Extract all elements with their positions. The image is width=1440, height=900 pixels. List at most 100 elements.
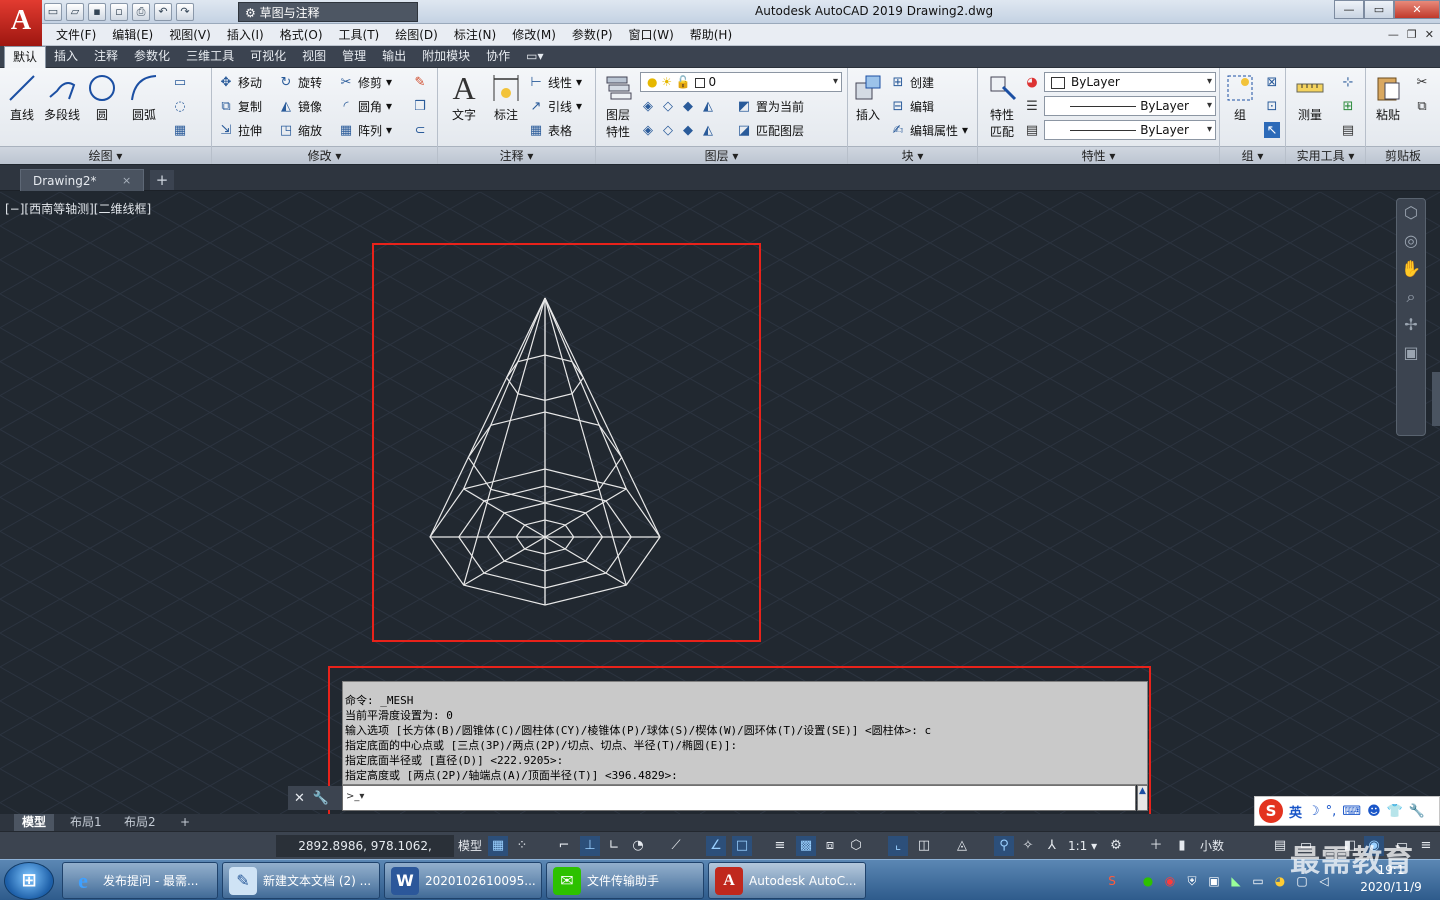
trim-button[interactable]: ✂ 修剪 ▾ — [338, 72, 393, 92]
tab-addins[interactable]: 附加模块 — [414, 46, 478, 68]
rectangle-button[interactable]: ▭ — [172, 72, 188, 92]
tab-parametric[interactable]: 参数化 — [126, 46, 178, 68]
edit-block-button[interactable]: ⊟ 编辑 — [890, 96, 934, 116]
menu-draw[interactable]: 绘图(D) — [387, 27, 446, 43]
weibo-tray-icon[interactable]: ◉ — [1162, 873, 1178, 889]
zoom-icon[interactable]: ⌕ — [1397, 283, 1425, 311]
trim-dropdown-icon[interactable]: ▾ — [386, 75, 392, 89]
erase-button[interactable]: ✎ — [412, 72, 428, 92]
match-properties-button[interactable]: 特性 匹配 — [982, 72, 1022, 140]
doc-minimize-icon[interactable]: — — [1388, 28, 1399, 41]
text-button[interactable]: A 文字 — [444, 70, 484, 123]
auto-scale-icon[interactable]: ✧ — [1018, 836, 1038, 856]
model-space-button[interactable]: 模型 — [458, 835, 482, 857]
linetype-dropdown[interactable]: ByLayer — [1044, 96, 1216, 116]
command-prompt-icon[interactable]: >_▾ — [346, 791, 368, 805]
leader-dropdown-icon[interactable]: ▾ — [576, 99, 582, 113]
array-dropdown-icon[interactable]: ▾ — [386, 123, 392, 137]
new-file-icon[interactable]: ▭ — [44, 3, 62, 21]
workspace-switch-gear-icon[interactable]: ⚙ — [1106, 836, 1126, 856]
menu-dimension[interactable]: 标注(N) — [446, 27, 504, 43]
menu-window[interactable]: 窗口(W) — [621, 27, 682, 43]
explode-button[interactable]: ❒ — [412, 96, 428, 116]
rotate-button[interactable]: ↻ 旋转 — [278, 72, 322, 92]
tab-view[interactable]: 视图 — [294, 46, 334, 68]
lineweight-list-button[interactable]: ☰ — [1024, 96, 1040, 116]
scale-button[interactable]: ◳ 缩放 — [278, 120, 322, 140]
save-icon[interactable]: ▪ — [88, 3, 106, 21]
infer-constraints-icon[interactable]: ⌐ — [554, 836, 574, 856]
ime-skin-icon[interactable]: 👕 — [1387, 804, 1403, 819]
paste-button[interactable]: 粘贴 — [1368, 72, 1408, 123]
lineweight-display-icon[interactable]: ≡ — [770, 836, 790, 856]
lineweight-dropdown[interactable]: ByLayer — [1044, 120, 1216, 140]
layer-off-icon[interactable]: ◈ — [640, 98, 656, 114]
command-close-icon[interactable]: ✕ — [294, 791, 305, 806]
edit-attributes-button[interactable]: ✍ 编辑属性 ▾ — [890, 120, 969, 140]
menu-view[interactable]: 视图(V) — [161, 27, 219, 43]
selection-cycling-icon[interactable]: ⧈ — [820, 836, 840, 856]
qq-icon[interactable]: ◕ — [1272, 873, 1288, 889]
close-button[interactable]: ✕ — [1394, 0, 1440, 19]
menu-modify[interactable]: 修改(M) — [504, 27, 564, 43]
customize-menu-icon[interactable]: ≡ — [1416, 836, 1436, 856]
transparency-icon[interactable]: ▩ — [796, 836, 816, 856]
panel-modify-title[interactable]: 修改 ▾ — [212, 146, 437, 164]
layer-thaw-icon[interactable]: ◆ — [680, 122, 696, 138]
cut-button[interactable]: ✂ — [1414, 72, 1430, 92]
annotation-scale-icon[interactable]: ⅄ — [1042, 836, 1062, 856]
save-as-icon[interactable]: ▫ — [110, 3, 128, 21]
menu-format[interactable]: 格式(O) — [272, 27, 331, 43]
doc-restore-icon[interactable]: ❐ — [1407, 28, 1417, 41]
new-tab-button[interactable]: + — [150, 170, 174, 190]
tab-model[interactable]: 模型 — [14, 814, 55, 831]
pan-hand-icon[interactable]: ✋ — [1397, 255, 1425, 283]
gizmo-icon[interactable]: ◬ — [952, 836, 972, 856]
viewcube-icon[interactable]: ⬡ — [1397, 199, 1425, 227]
hatch-button[interactable]: ◌ — [172, 96, 188, 116]
tab-visualize[interactable]: 可视化 — [242, 46, 294, 68]
display-icon[interactable]: ▭ — [1250, 873, 1266, 889]
start-button[interactable]: ⊞ — [4, 862, 54, 900]
fillet-dropdown-icon[interactable]: ▾ — [386, 99, 392, 113]
tab-collaborate[interactable]: 协作 — [478, 46, 518, 68]
insert-block-button[interactable]: 插入 — [848, 72, 888, 123]
snap-icon[interactable]: ⁘ — [512, 836, 532, 856]
redo-icon[interactable]: ↷ — [176, 3, 194, 21]
menu-tools[interactable]: 工具(T) — [331, 27, 388, 43]
linetype-list-button[interactable]: ▤ — [1024, 120, 1040, 140]
shield-icon[interactable]: ⛨ — [1184, 873, 1200, 889]
color-wheel-button[interactable]: ◕ — [1024, 72, 1040, 92]
leader-button[interactable]: ↗ 引线 ▾ — [528, 96, 583, 116]
cursor-coordinates[interactable]: 2892.8986, 978.1062, 0.0000 — [276, 835, 454, 875]
annotation-monitor-plus-icon[interactable]: ＋ — [1146, 836, 1166, 856]
create-block-button[interactable]: ⊞ 创建 — [890, 72, 934, 92]
selection-filter-icon[interactable]: ◫ — [914, 836, 934, 856]
arc-button[interactable]: 圆弧 — [124, 72, 164, 123]
calculator-button[interactable]: ▤ — [1340, 120, 1356, 140]
ungroup-button[interactable]: ⊠ — [1264, 72, 1280, 92]
copy-button[interactable]: ⧉ 复制 — [218, 96, 262, 116]
layer-lock-icon[interactable]: ◭ — [700, 98, 716, 114]
workspace-dropdown[interactable]: ⚙ 草图与注释 — [238, 2, 418, 22]
edit-attributes-dropdown-icon[interactable]: ▾ — [962, 123, 968, 137]
command-history-scroll-icon[interactable]: ▲ — [1137, 785, 1148, 811]
linear-button[interactable]: ⊢ 线性 ▾ — [528, 72, 582, 92]
panel-clipboard-title[interactable]: 剪贴板 — [1366, 146, 1440, 164]
tab-annotate[interactable]: 注释 — [86, 46, 126, 68]
ortho-icon[interactable]: ∟ — [604, 836, 624, 856]
layer-on-icon[interactable]: ◈ — [640, 122, 656, 138]
layer-freeze-icon[interactable]: ◆ — [680, 98, 696, 114]
nvidia-icon[interactable]: ◣ — [1228, 873, 1244, 889]
wechat-tray-icon[interactable]: ● — [1140, 873, 1156, 889]
isodraft-icon[interactable]: ⟋ — [666, 836, 686, 856]
match-layer-button[interactable]: ◪ 匹配图层 — [736, 120, 804, 140]
units-dropdown[interactable]: 小数 — [1200, 836, 1224, 856]
command-customize-icon[interactable]: 🔧 — [313, 791, 329, 806]
sogou-logo[interactable]: S — [1259, 799, 1283, 823]
taskbar-item-ie[interactable]: e 发布提问 - 最需... — [62, 862, 218, 899]
layer-unlock-icon[interactable]: ◭ — [700, 122, 716, 138]
steering-wheel-icon[interactable]: ◎ — [1397, 227, 1425, 255]
fillet-button[interactable]: ◜ 圆角 ▾ — [338, 96, 392, 116]
maximize-button[interactable]: ▭ — [1364, 0, 1394, 19]
